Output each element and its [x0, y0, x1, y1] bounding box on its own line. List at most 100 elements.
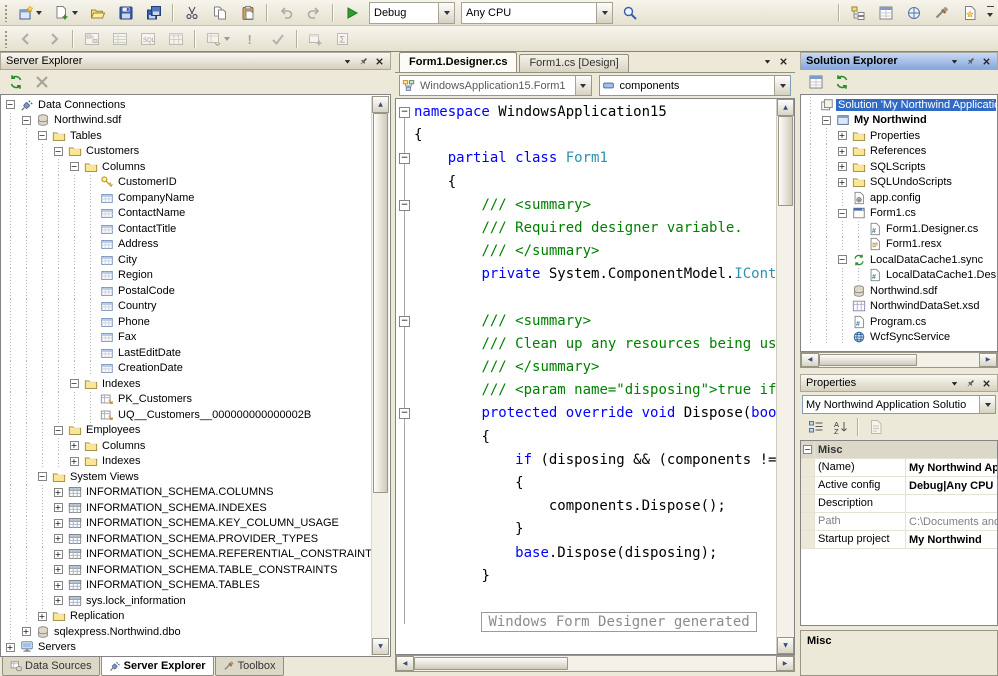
- expand-box-icon[interactable]: +: [50, 488, 66, 497]
- expand-box-icon[interactable]: +: [50, 565, 66, 574]
- expand-box-icon[interactable]: +: [50, 534, 66, 543]
- collapse-box-icon[interactable]: −: [34, 131, 50, 140]
- navigate-forward-button[interactable]: [41, 27, 67, 51]
- refresh-button[interactable]: [4, 71, 28, 93]
- tree-item-contactname[interactable]: ContactName: [2, 206, 372, 222]
- property-row-name[interactable]: (Name)My Northwind Application: [801, 459, 997, 477]
- tree-item-wcfsyncservice[interactable]: WcfSyncService: [802, 330, 996, 346]
- collapse-box-icon[interactable]: −: [818, 116, 834, 125]
- property-value[interactable]: My Northwind: [906, 532, 997, 548]
- outline-collapse-box-icon[interactable]: −: [399, 153, 410, 164]
- verify-sql-button[interactable]: [265, 27, 291, 51]
- tree-item-city[interactable]: City: [2, 252, 372, 268]
- tree-item-pk-customers[interactable]: PK_Customers: [2, 392, 372, 408]
- category-collapse-box-icon[interactable]: −: [801, 441, 815, 458]
- solution-explorer-button[interactable]: [845, 1, 871, 25]
- collapsed-region[interactable]: Windows Form Designer generated: [481, 612, 756, 632]
- property-row-path[interactable]: PathC:\Documents and: [801, 513, 997, 531]
- scroll-thumb[interactable]: [414, 657, 568, 670]
- tree-item-sqlexpress-northwind-dbo[interactable]: +sqlexpress.Northwind.dbo: [2, 624, 372, 640]
- scroll-up-button[interactable]: ▲: [777, 99, 794, 116]
- tree-item-sqlscripts[interactable]: +SQLScripts: [802, 159, 996, 175]
- tree-item-columns[interactable]: +Columns: [2, 438, 372, 454]
- expand-box-icon[interactable]: +: [50, 596, 66, 605]
- expand-box-icon[interactable]: +: [834, 162, 850, 171]
- tree-item-employees[interactable]: −Employees: [2, 423, 372, 439]
- save-all-button[interactable]: [141, 1, 167, 25]
- tree-item-my-northwind[interactable]: −My Northwind: [802, 113, 996, 129]
- scroll-track[interactable]: [819, 353, 979, 367]
- expand-box-icon[interactable]: +: [34, 612, 50, 621]
- tree-item-sys-lock-information[interactable]: +sys.lock_information: [2, 593, 372, 609]
- change-query-type-button[interactable]: [201, 27, 235, 51]
- types-combo[interactable]: WindowsApplication15.Form1: [399, 75, 592, 96]
- tree-item-customerid[interactable]: CustomerID: [2, 175, 372, 191]
- alphabetical-button[interactable]: AZ: [829, 417, 852, 438]
- stop-refresh-button[interactable]: [30, 71, 54, 93]
- save-button[interactable]: [113, 1, 139, 25]
- scroll-left-button[interactable]: ◀: [396, 656, 414, 671]
- tree-item-form1-resx[interactable]: Form1.resx: [802, 237, 996, 253]
- tree-item-customers[interactable]: −Customers: [2, 144, 372, 160]
- expand-box-icon[interactable]: +: [834, 147, 850, 156]
- outline-collapse-box-icon[interactable]: −: [399, 107, 410, 118]
- toolbar-overflow-button[interactable]: [984, 2, 996, 24]
- collapse-box-icon[interactable]: −: [2, 100, 18, 109]
- collapse-box-icon[interactable]: −: [50, 147, 66, 156]
- active-files-dropdown-button[interactable]: [760, 54, 775, 68]
- scroll-down-button[interactable]: ▼: [372, 638, 389, 655]
- expand-box-icon[interactable]: +: [66, 457, 82, 466]
- tree-item-information-schema-indexes[interactable]: +INFORMATION_SCHEMA.INDEXES: [2, 500, 372, 516]
- start-page-button[interactable]: [957, 1, 983, 25]
- combo-dropdown-button[interactable]: [438, 3, 454, 23]
- property-value[interactable]: My Northwind Application: [906, 460, 997, 476]
- cut-button[interactable]: [179, 1, 205, 25]
- properties-object-combo[interactable]: My Northwind Application Solutio: [802, 395, 996, 414]
- scroll-down-button[interactable]: ▼: [777, 637, 794, 654]
- tree-item-northwind-sdf[interactable]: Northwind.sdf: [802, 283, 996, 299]
- members-combo[interactable]: components: [599, 75, 792, 96]
- tree-item-localdatacache1-sync[interactable]: −LocalDataCache1.sync: [802, 252, 996, 268]
- combo-dropdown-button[interactable]: [596, 3, 612, 23]
- show-criteria-pane-button[interactable]: [107, 27, 133, 51]
- tree-item-indexes[interactable]: +Indexes: [2, 454, 372, 470]
- expand-box-icon[interactable]: +: [50, 581, 66, 590]
- collapse-box-icon[interactable]: −: [50, 426, 66, 435]
- tree-item-replication[interactable]: +Replication: [2, 609, 372, 625]
- scroll-thumb[interactable]: [373, 113, 388, 493]
- tree-item-app-config[interactable]: app.config: [802, 190, 996, 206]
- execute-query-button[interactable]: !: [237, 27, 263, 51]
- scroll-track[interactable]: [414, 656, 776, 671]
- debug-configuration-combo[interactable]: Debug: [369, 2, 455, 24]
- combo-dropdown-button[interactable]: [575, 76, 591, 95]
- document-tab-form1-cs-design[interactable]: Form1.cs [Design]: [519, 54, 628, 72]
- tree-item-uq-customers-000000000000002b[interactable]: UQ__Customers__000000000000002B: [2, 407, 372, 423]
- tree-item-indexes[interactable]: −Indexes: [2, 376, 372, 392]
- expand-box-icon[interactable]: +: [50, 519, 66, 528]
- scroll-thumb[interactable]: [819, 354, 917, 366]
- tab-server-explorer[interactable]: Server Explorer: [101, 657, 214, 676]
- tree-item-country[interactable]: Country: [2, 299, 372, 315]
- tree-item-lasteditdate[interactable]: LastEditDate: [2, 345, 372, 361]
- object-browser-button[interactable]: [901, 1, 927, 25]
- auto-hide-pin-button[interactable]: [963, 376, 978, 390]
- tree-item-phone[interactable]: Phone: [2, 314, 372, 330]
- collapse-box-icon[interactable]: −: [34, 472, 50, 481]
- property-pages-button[interactable]: [864, 417, 887, 438]
- outline-collapse-box-icon[interactable]: −: [399, 200, 410, 211]
- window-position-button[interactable]: [947, 376, 962, 390]
- scroll-up-button[interactable]: ▲: [372, 96, 389, 113]
- property-row-active-config[interactable]: Active configDebug|Any CPU: [801, 477, 997, 495]
- redo-button[interactable]: [301, 1, 327, 25]
- expand-box-icon[interactable]: +: [18, 627, 34, 636]
- show-diagram-pane-button[interactable]: [79, 27, 105, 51]
- auto-hide-pin-button[interactable]: [963, 54, 978, 68]
- combo-dropdown-button[interactable]: [979, 396, 995, 413]
- scroll-track[interactable]: [372, 113, 389, 638]
- close-document-button[interactable]: [776, 54, 791, 68]
- copy-button[interactable]: [207, 1, 233, 25]
- tree-item-system-views[interactable]: −System Views: [2, 469, 372, 485]
- properties-window-button[interactable]: [804, 71, 828, 93]
- close-button[interactable]: [372, 54, 387, 68]
- property-value[interactable]: C:\Documents and: [906, 514, 997, 530]
